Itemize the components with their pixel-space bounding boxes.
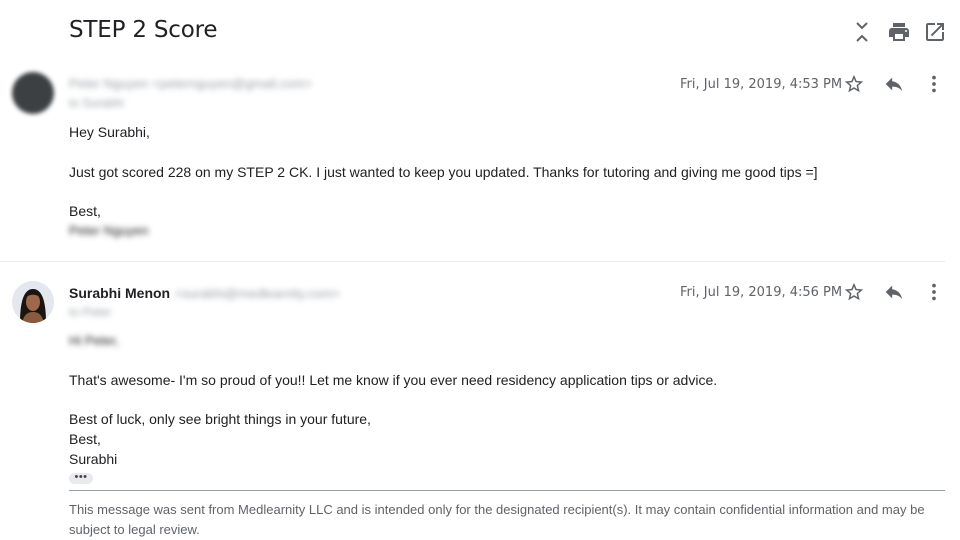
sender-name[interactable]: Surabhi Menon [69, 285, 170, 301]
star-icon[interactable] [843, 281, 865, 303]
message-greeting: Hi Peter, [69, 333, 119, 348]
message-divider [0, 261, 945, 262]
email-subject: STEP 2 Score [69, 17, 218, 43]
more-options-icon[interactable] [923, 73, 945, 95]
footer-divider [69, 490, 945, 491]
avatar[interactable] [12, 72, 54, 114]
more-options-icon[interactable] [923, 281, 945, 303]
sender-name[interactable]: Peter Nguyen [69, 76, 149, 91]
print-icon[interactable] [887, 20, 911, 44]
message-date: Fri, Jul 19, 2019, 4:53 PM [680, 77, 843, 92]
open-in-new-icon[interactable] [923, 20, 947, 44]
message-line: Best of luck, only see bright things in … [69, 411, 371, 427]
recipient-line[interactable]: to Surabhi [69, 96, 124, 110]
collapse-icon[interactable] [850, 20, 874, 44]
reply-icon[interactable] [883, 73, 905, 95]
message-closing: Best, [69, 203, 101, 219]
message-date: Fri, Jul 19, 2019, 4:56 PM [680, 285, 843, 300]
sender-email: <peternguyen@gmail.com> [152, 76, 313, 91]
show-trimmed-content-button[interactable]: ••• [69, 472, 93, 484]
message-paragraph: That's awesome- I'm so proud of you!! Le… [69, 372, 718, 388]
message-signature: Surabhi [69, 451, 118, 467]
message-greeting: Hey Surabhi, [69, 124, 150, 140]
reply-icon[interactable] [883, 281, 905, 303]
message-paragraph: Just got scored 228 on my STEP 2 CK. I j… [69, 164, 818, 180]
star-icon[interactable] [843, 73, 865, 95]
confidentiality-footer: This message was sent from Medlearnity L… [69, 502, 925, 537]
recipient-line[interactable]: to Peter [69, 305, 111, 319]
message-closing: Best, [69, 431, 101, 447]
avatar[interactable] [12, 281, 54, 323]
message-signature: Peter Nguyen [69, 223, 149, 238]
sender-email: <surabhi@medlearnity.com> [174, 286, 340, 301]
